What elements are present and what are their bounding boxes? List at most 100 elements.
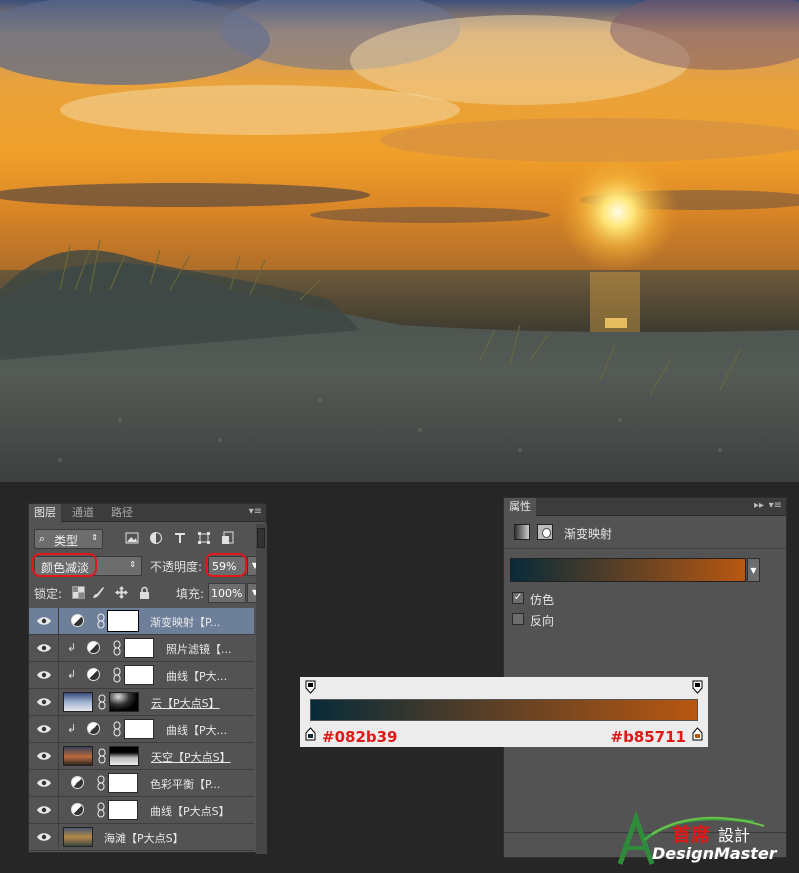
link-chain-icon[interactable] xyxy=(113,721,121,737)
logo-tw-text: 設計 xyxy=(718,826,751,845)
layer-mask-thumbnail[interactable] xyxy=(124,665,154,685)
shape-filter-icon[interactable] xyxy=(197,531,211,545)
layer-image-thumbnail[interactable] xyxy=(63,746,93,766)
dither-checkbox[interactable]: ✓ xyxy=(512,592,524,604)
pixel-filter-icon[interactable] xyxy=(125,531,139,545)
link-chain-icon[interactable] xyxy=(98,694,106,710)
layers-scrollbar[interactable] xyxy=(256,524,267,854)
gradient-dropdown-arrow[interactable]: ▼ xyxy=(747,558,760,582)
lock-brush-icon[interactable] xyxy=(92,586,105,599)
properties-header: 渐变映射 xyxy=(504,517,786,549)
color-stop-right[interactable] xyxy=(692,727,703,741)
link-chain-icon[interactable] xyxy=(113,640,121,656)
eye-icon[interactable] xyxy=(37,697,51,707)
tab-layers[interactable]: 图层 xyxy=(29,504,61,522)
eye-icon[interactable] xyxy=(37,670,51,680)
reverse-label: 反向 xyxy=(530,614,555,628)
layer-row-curves-2[interactable]: ↲ 曲线【P大... xyxy=(29,716,254,743)
adjustment-layer-icon xyxy=(71,614,84,627)
layer-image-thumbnail[interactable] xyxy=(63,692,93,712)
opacity-stop-left[interactable] xyxy=(305,680,316,694)
layer-mask-thumbnail[interactable] xyxy=(108,800,138,820)
link-chain-icon[interactable] xyxy=(113,667,121,683)
adjustment-layer-icon xyxy=(71,803,84,816)
eye-icon[interactable] xyxy=(37,832,51,842)
layer-list: 渐变映射【P... ↲ 照片滤镜【... ↲ 曲线【P大... 云【P大点S】 … xyxy=(29,608,254,851)
layer-row-beach[interactable]: 海滩【P大点S】 xyxy=(29,824,254,851)
eye-icon[interactable] xyxy=(37,778,51,788)
layer-mask-thumbnail[interactable] xyxy=(124,719,154,739)
adjustment-layer-icon xyxy=(71,776,84,789)
collapse-icon[interactable]: ▸▸ xyxy=(754,500,764,511)
opacity-stop-right[interactable] xyxy=(692,680,703,694)
lock-transparent-icon[interactable] xyxy=(72,586,85,599)
gradient-preview[interactable] xyxy=(510,558,746,582)
eye-icon[interactable] xyxy=(37,805,51,815)
layer-name: 色彩平衡【P... xyxy=(150,778,221,791)
eye-separator xyxy=(58,608,59,635)
eye-separator xyxy=(58,743,59,770)
layers-scroll-thumb[interactable] xyxy=(257,528,265,548)
canvas-photo xyxy=(0,0,799,482)
eye-icon[interactable] xyxy=(37,616,51,626)
reverse-checkbox[interactable] xyxy=(512,613,524,625)
layer-mask-thumbnail[interactable] xyxy=(107,610,139,632)
lock-label: 锁定: xyxy=(34,587,63,601)
type-filter-icon[interactable] xyxy=(173,531,187,545)
link-chain-icon[interactable] xyxy=(97,775,105,791)
link-chain-icon[interactable] xyxy=(98,748,106,764)
gradient-map-icon[interactable] xyxy=(514,524,530,540)
color-stop-left[interactable] xyxy=(305,727,316,741)
layer-row-cloud[interactable]: 云【P大点S】 xyxy=(29,689,254,716)
layer-row-color-balance[interactable]: 色彩平衡【P... xyxy=(29,770,254,797)
layer-row-curves[interactable]: ↲ 曲线【P大... xyxy=(29,662,254,689)
sunset-beach-image xyxy=(0,0,799,482)
eye-icon[interactable] xyxy=(37,724,51,734)
fill-label: 填充: xyxy=(176,587,205,601)
link-chain-icon[interactable] xyxy=(97,613,105,629)
layer-row-photo-filter[interactable]: ↲ 照片滤镜【... xyxy=(29,635,254,662)
mask-icon[interactable] xyxy=(537,524,553,540)
eye-separator xyxy=(58,824,59,851)
eye-icon[interactable] xyxy=(37,751,51,761)
layer-mask-thumbnail[interactable] xyxy=(109,692,139,712)
blend-mode-highlight xyxy=(32,553,97,577)
opacity-highlight xyxy=(205,553,247,577)
link-chain-icon[interactable] xyxy=(97,802,105,818)
layer-mask-thumbnail[interactable] xyxy=(108,773,138,793)
adjustment-filter-icon[interactable] xyxy=(149,531,163,545)
layer-name: 曲线【P大... xyxy=(166,724,228,737)
updown-arrows-icon: ⇕ xyxy=(129,560,136,569)
properties-panel-tabbar: 属性 ▸▸ ▾≡ xyxy=(504,498,786,516)
panel-menu-icon[interactable]: ▾≡ xyxy=(769,500,782,511)
smart-object-filter-icon[interactable] xyxy=(221,531,235,545)
properties-title: 渐变映射 xyxy=(564,527,613,541)
layer-name: 天空【P大点S】 xyxy=(151,751,231,764)
layer-row-sky[interactable]: 天空【P大点S】 xyxy=(29,743,254,770)
logo-en-text: DesignMaster xyxy=(652,844,777,863)
layer-name: 曲线【P大... xyxy=(166,670,228,683)
eye-separator xyxy=(58,689,59,716)
tab-channels[interactable]: 通道 xyxy=(67,504,99,522)
layer-mask-thumbnail[interactable] xyxy=(124,638,154,658)
updown-arrows-icon: ⇕ xyxy=(91,533,98,542)
clipping-arrow-icon: ↲ xyxy=(67,722,77,735)
layer-filter-select[interactable]: ⌕ 类型 ⇕ xyxy=(34,529,103,549)
layer-mask-thumbnail[interactable] xyxy=(109,746,139,766)
layer-row-gradient-map[interactable]: 渐变映射【P... xyxy=(29,608,254,635)
fill-input[interactable]: 100% xyxy=(208,583,246,603)
layer-name: 照片滤镜【... xyxy=(166,643,232,656)
gradient-bar[interactable] xyxy=(310,699,698,721)
layer-row-curves-3[interactable]: 曲线【P大点S】 xyxy=(29,797,254,824)
tab-paths[interactable]: 路径 xyxy=(106,504,138,522)
clipping-arrow-icon: ↲ xyxy=(67,641,77,654)
panel-menu-icon[interactable]: ▾≡ xyxy=(249,506,262,517)
eye-icon[interactable] xyxy=(37,643,51,653)
dither-label: 仿色 xyxy=(530,593,555,607)
layer-image-thumbnail[interactable] xyxy=(63,827,93,847)
lock-move-icon[interactable] xyxy=(115,586,128,599)
layers-panel: 图层 通道 路径 ▾≡ ⌕ 类型 ⇕ 颜色减淡 ⇕ 不透明度: 59% ▼ 锁定… xyxy=(28,503,267,854)
tab-properties[interactable]: 属性 xyxy=(504,498,536,516)
layer-name: 渐变映射【P... xyxy=(150,616,221,629)
lock-all-icon[interactable] xyxy=(138,586,151,599)
